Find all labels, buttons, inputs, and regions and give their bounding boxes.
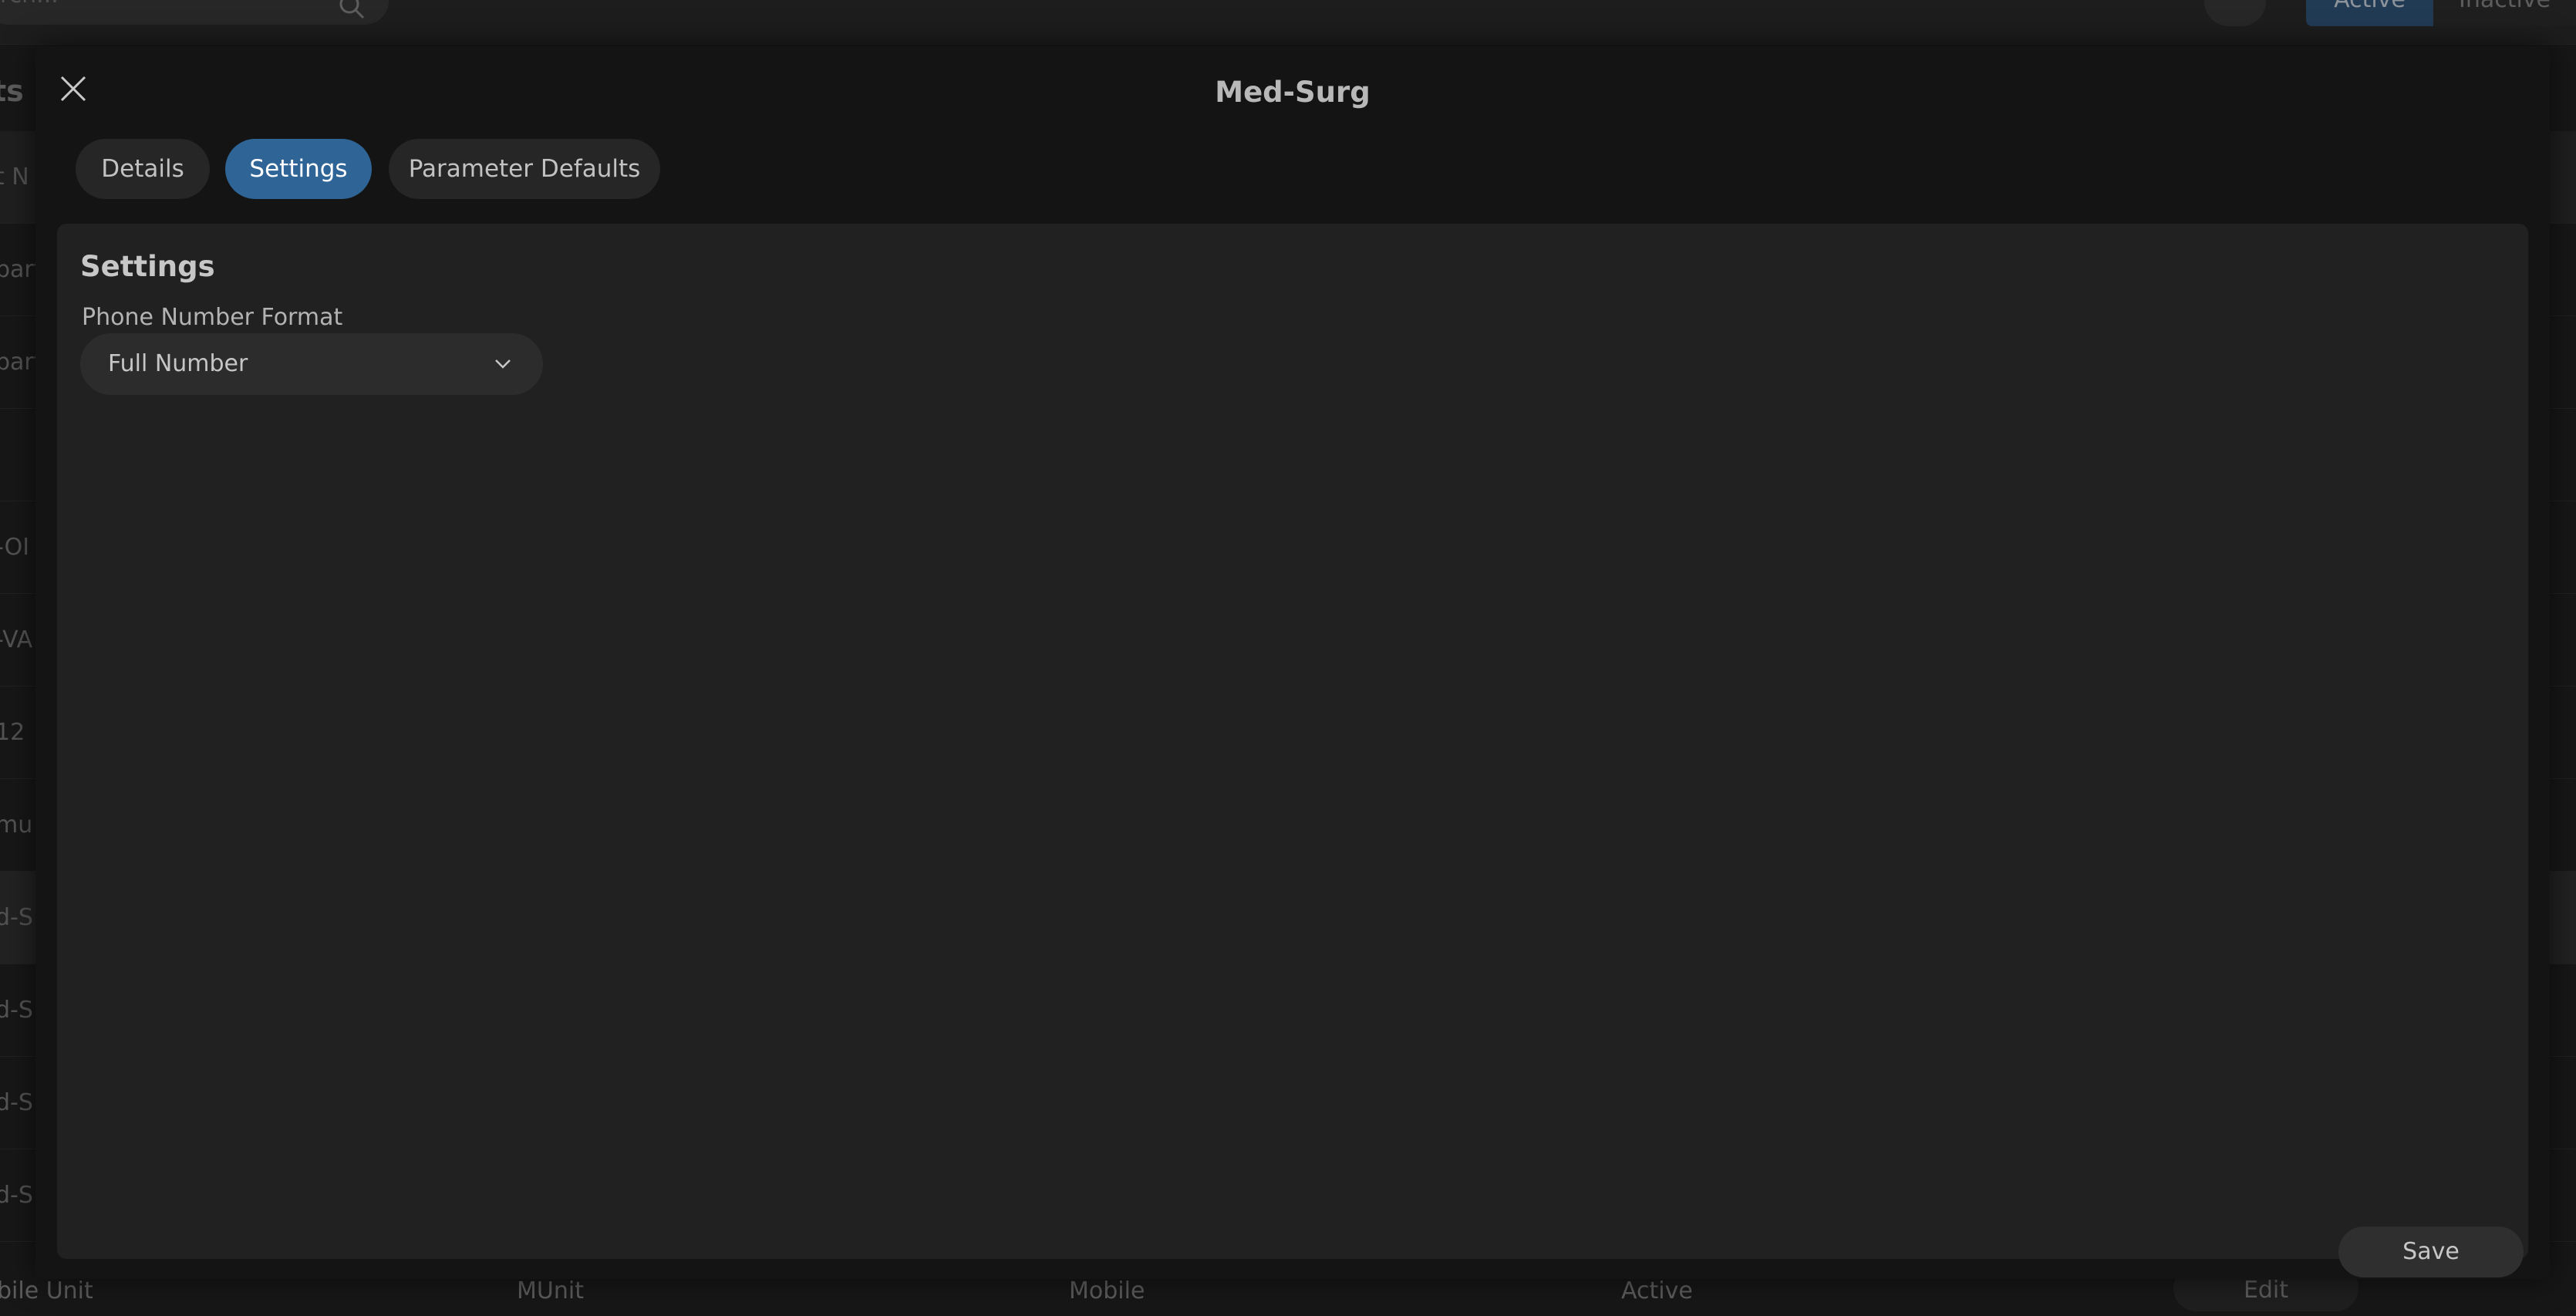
phone-number-format-value: Full Number xyxy=(108,350,248,377)
app-stage: rch... Active Inactive ts t Npartpartl-O… xyxy=(0,0,2576,1316)
save-button[interactable]: Save xyxy=(2338,1227,2524,1277)
phone-number-format-label: Phone Number Format xyxy=(82,304,343,331)
unit-settings-modal: Med-Surg Details Settings Parameter Defa… xyxy=(35,46,2550,1279)
chevron-down-icon xyxy=(495,359,511,369)
tab-parameter-defaults[interactable]: Parameter Defaults xyxy=(389,139,660,199)
panel-title: Settings xyxy=(80,250,215,283)
settings-panel: Settings Phone Number Format Full Number… xyxy=(57,224,2528,1277)
tab-details[interactable]: Details xyxy=(76,139,210,199)
phone-number-format-select[interactable]: Full Number xyxy=(80,333,543,395)
modal-title: Med-Surg xyxy=(1215,76,1371,109)
tab-settings[interactable]: Settings xyxy=(225,139,372,199)
